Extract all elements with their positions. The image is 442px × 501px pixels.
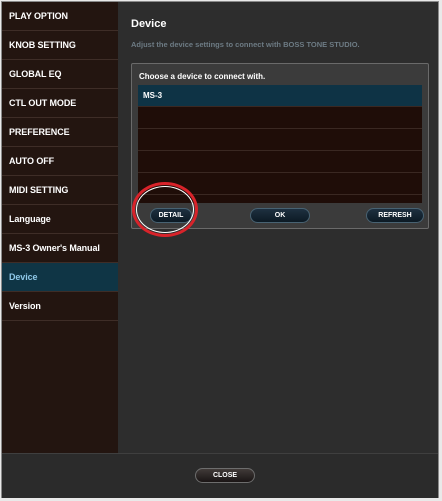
ok-button[interactable]: OK [250, 208, 310, 223]
sidebar-item-language[interactable]: Language [2, 205, 118, 234]
page-subtitle: Adjust the device settings to connect wi… [131, 40, 360, 49]
device-list-item[interactable] [138, 151, 422, 173]
settings-window: PLAY OPTION KNOB SETTING GLOBAL EQ CTL O… [1, 1, 439, 498]
sidebar-item-label: PLAY OPTION [9, 11, 68, 21]
device-list-item[interactable] [138, 173, 422, 195]
sidebar-item-label: Version [9, 301, 41, 311]
sidebar: PLAY OPTION KNOB SETTING GLOBAL EQ CTL O… [2, 2, 119, 453]
device-list-item[interactable] [138, 129, 422, 151]
page-title: Device [131, 18, 167, 30]
detail-button[interactable]: DETAIL [150, 208, 192, 223]
sidebar-item-auto-off[interactable]: AUTO OFF [2, 147, 118, 176]
sidebar-item-label: PREFERENCE [9, 127, 70, 137]
device-list-item[interactable]: MS-3 [138, 85, 422, 107]
refresh-button[interactable]: REFRESH [366, 208, 424, 223]
device-list-item[interactable] [138, 107, 422, 129]
footer: CLOSE [2, 453, 438, 498]
sidebar-item-global-eq[interactable]: GLOBAL EQ [2, 60, 118, 89]
sidebar-item-label: KNOB SETTING [9, 40, 76, 50]
sidebar-item-preference[interactable]: PREFERENCE [2, 118, 118, 147]
sidebar-item-midi-setting[interactable]: MIDI SETTING [2, 176, 118, 205]
sidebar-item-ctl-out-mode[interactable]: CTL OUT MODE [2, 89, 118, 118]
sidebar-item-owners-manual[interactable]: MS-3 Owner's Manual [2, 234, 118, 263]
sidebar-item-label: MIDI SETTING [9, 185, 69, 195]
sidebar-item-label: CTL OUT MODE [9, 98, 77, 108]
sidebar-item-play-option[interactable]: PLAY OPTION [2, 2, 118, 31]
sidebar-item-version[interactable]: Version [2, 292, 118, 321]
sidebar-item-device[interactable]: Device [2, 263, 118, 292]
main-panel: Device Adjust the device settings to con… [118, 2, 438, 453]
device-chooser: Choose a device to connect with. MS-3 DE… [131, 63, 429, 229]
sidebar-item-label: MS-3 Owner's Manual [9, 243, 100, 253]
close-button[interactable]: CLOSE [195, 468, 255, 483]
sidebar-item-knob-setting[interactable]: KNOB SETTING [2, 31, 118, 60]
sidebar-item-label: GLOBAL EQ [9, 69, 62, 79]
sidebar-item-label: Device [9, 272, 38, 282]
sidebar-item-label: Language [9, 214, 51, 224]
device-chooser-header: Choose a device to connect with. [139, 72, 266, 81]
sidebar-item-label: AUTO OFF [9, 156, 55, 166]
device-list[interactable]: MS-3 [138, 85, 422, 203]
